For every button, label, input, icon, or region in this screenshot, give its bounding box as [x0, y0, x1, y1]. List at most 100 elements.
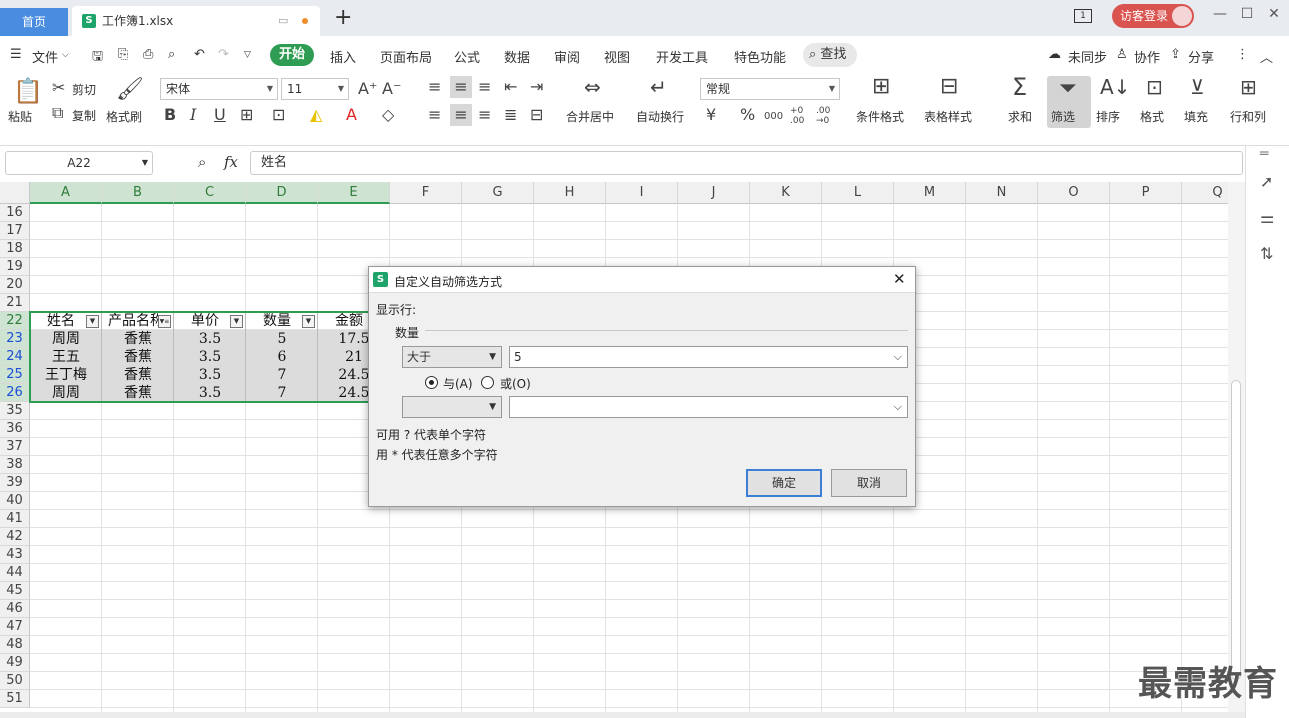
operator2-select[interactable]: ▼ [402, 396, 502, 418]
collaborate-button[interactable]: 协作 [1134, 47, 1160, 66]
increase-font-icon[interactable]: A⁺ [358, 80, 377, 98]
justify-icon[interactable]: ≣ [504, 106, 517, 124]
more-icon[interactable]: ⋮ [1236, 47, 1249, 62]
menu-file[interactable]: 文件 [32, 47, 58, 66]
align-left-icon[interactable]: ≡ [428, 106, 441, 124]
decrease-decimal-button[interactable]: .00 →0 [816, 106, 836, 126]
shape-tool-icon[interactable]: ⇅ [1260, 244, 1273, 263]
menu-formula[interactable]: 公式 [454, 47, 480, 66]
merge-center-icon[interactable]: ⇔ [584, 77, 601, 97]
column-header[interactable]: O [1038, 182, 1110, 204]
row-header[interactable]: 47 [0, 618, 30, 636]
table-cell[interactable]: 3.5 [174, 330, 246, 348]
menu-developer[interactable]: 开发工具 [656, 47, 708, 66]
scrollbar-thumb[interactable] [1231, 380, 1241, 680]
font-size-select[interactable]: 11 ▼ [281, 78, 349, 100]
column-header[interactable]: E [318, 182, 390, 204]
redo-icon[interactable]: ↷ [218, 47, 229, 62]
operator1-select[interactable]: 大于 ▼ [402, 346, 502, 368]
align-middle-icon[interactable]: ≡ [450, 76, 472, 98]
increase-decimal-button[interactable]: +0 .00 [790, 106, 810, 126]
row-header[interactable]: 25 [0, 366, 30, 384]
bold-button[interactable]: B [164, 106, 176, 124]
window-count-icon[interactable]: 1 [1074, 9, 1092, 23]
table-header-cell[interactable]: 产品名称 [102, 312, 158, 330]
horizontal-scrollbar[interactable] [0, 712, 1245, 718]
decrease-indent-icon[interactable]: ⇤ [504, 78, 517, 96]
row-header[interactable]: 50 [0, 672, 30, 690]
currency-button[interactable]: ¥ [706, 106, 716, 124]
row-header[interactable]: 39 [0, 474, 30, 492]
row-header[interactable]: 20 [0, 276, 30, 294]
sliders-icon[interactable]: ⚌ [1260, 208, 1274, 227]
cancel-button[interactable]: 取消 [831, 469, 907, 497]
column-header[interactable]: N [966, 182, 1038, 204]
table-cell[interactable]: 香蕉 [102, 330, 174, 348]
merge-center-button[interactable]: 合并居中 [566, 108, 614, 125]
fx-button[interactable]: fx [224, 153, 238, 171]
row-header[interactable]: 49 [0, 654, 30, 672]
menu-review[interactable]: 审阅 [554, 47, 580, 66]
filter-dropdown-icon[interactable]: ▼ [302, 315, 315, 328]
column-header[interactable]: P [1110, 182, 1182, 204]
filter-active-dropdown-icon[interactable]: ▼≡ [158, 315, 171, 328]
print-icon[interactable]: ⎙ [143, 47, 153, 62]
cut-button[interactable]: 剪切 [72, 81, 96, 98]
row-header[interactable]: 16 [0, 204, 30, 222]
align-bottom-icon[interactable]: ≡ [478, 78, 491, 96]
row-header[interactable]: 41 [0, 510, 30, 528]
filter-button[interactable]: ⏷ 筛选 [1047, 76, 1091, 128]
fill-color-icon[interactable]: ◭ [310, 106, 322, 124]
table-cell[interactable]: 周周 [30, 384, 102, 402]
row-header[interactable]: 35 [0, 402, 30, 420]
table-cell[interactable]: 周周 [30, 330, 102, 348]
table-cell[interactable]: 7 [246, 384, 318, 402]
export-icon[interactable]: ⎘ [118, 47, 128, 62]
decrease-font-icon[interactable]: A⁻ [382, 80, 401, 98]
value1-input[interactable]: 5 ⌵ [509, 346, 908, 368]
rows-cols-icon[interactable]: ⊞ [1240, 77, 1257, 97]
formula-input[interactable]: 姓名 [250, 151, 1243, 175]
print-preview-icon[interactable]: ⌕ [168, 47, 175, 62]
hamburger-icon[interactable]: ☰ [10, 47, 22, 62]
rows-cols-button[interactable]: 行和列 [1230, 108, 1266, 125]
quick-access-dropdown-icon[interactable]: ▽ [244, 50, 251, 60]
menu-special[interactable]: 特色功能 [734, 47, 786, 66]
format-painter-icon[interactable]: 🖌 [116, 78, 144, 102]
table-cell[interactable]: 3.5 [174, 384, 246, 402]
column-header[interactable]: M [894, 182, 966, 204]
ok-button[interactable]: 确定 [746, 469, 822, 497]
scissors-icon[interactable]: ✂ [52, 79, 65, 97]
close-window-icon[interactable]: ✕ [1264, 6, 1284, 22]
font-name-select[interactable]: 宋体 ▼ [160, 78, 278, 100]
column-header[interactable]: I [606, 182, 678, 204]
conditional-format-icon[interactable]: ⊞ [872, 76, 890, 98]
table-cell[interactable]: 香蕉 [102, 384, 174, 402]
collapse-ribbon-icon[interactable]: ︿ [1260, 47, 1273, 66]
monitor-icon[interactable]: ▭ [278, 6, 288, 36]
guest-login-button[interactable]: 访客登录 [1112, 4, 1194, 28]
name-box[interactable]: A22 ▼ [5, 151, 153, 175]
row-header[interactable]: 46 [0, 600, 30, 618]
row-header[interactable]: 17 [0, 222, 30, 240]
table-cell[interactable]: 3.5 [174, 366, 246, 384]
thousands-button[interactable]: 000 [764, 108, 783, 126]
row-header[interactable]: 23 [0, 330, 30, 348]
increase-indent-icon[interactable]: ⇥ [530, 78, 543, 96]
sort-icon[interactable]: A↓ [1100, 77, 1130, 97]
paste-button[interactable]: 粘贴 [8, 108, 32, 125]
align-top-icon[interactable]: ≡ [428, 78, 441, 96]
row-header[interactable]: 40 [0, 492, 30, 510]
and-radio[interactable] [425, 376, 438, 389]
row-header[interactable]: 45 [0, 582, 30, 600]
table-header-cell[interactable]: 金额 [318, 312, 374, 330]
column-header[interactable]: K [750, 182, 822, 204]
eraser-icon[interactable]: ◇ [382, 106, 394, 124]
column-header[interactable]: G [462, 182, 534, 204]
menu-view[interactable]: 视图 [604, 47, 630, 66]
row-header[interactable]: 42 [0, 528, 30, 546]
row-header[interactable]: 48 [0, 636, 30, 654]
align-center-icon[interactable]: ≡ [450, 104, 472, 126]
column-header[interactable]: J [678, 182, 750, 204]
tab-document[interactable]: S 工作簿1.xlsx ▭ [72, 6, 320, 36]
